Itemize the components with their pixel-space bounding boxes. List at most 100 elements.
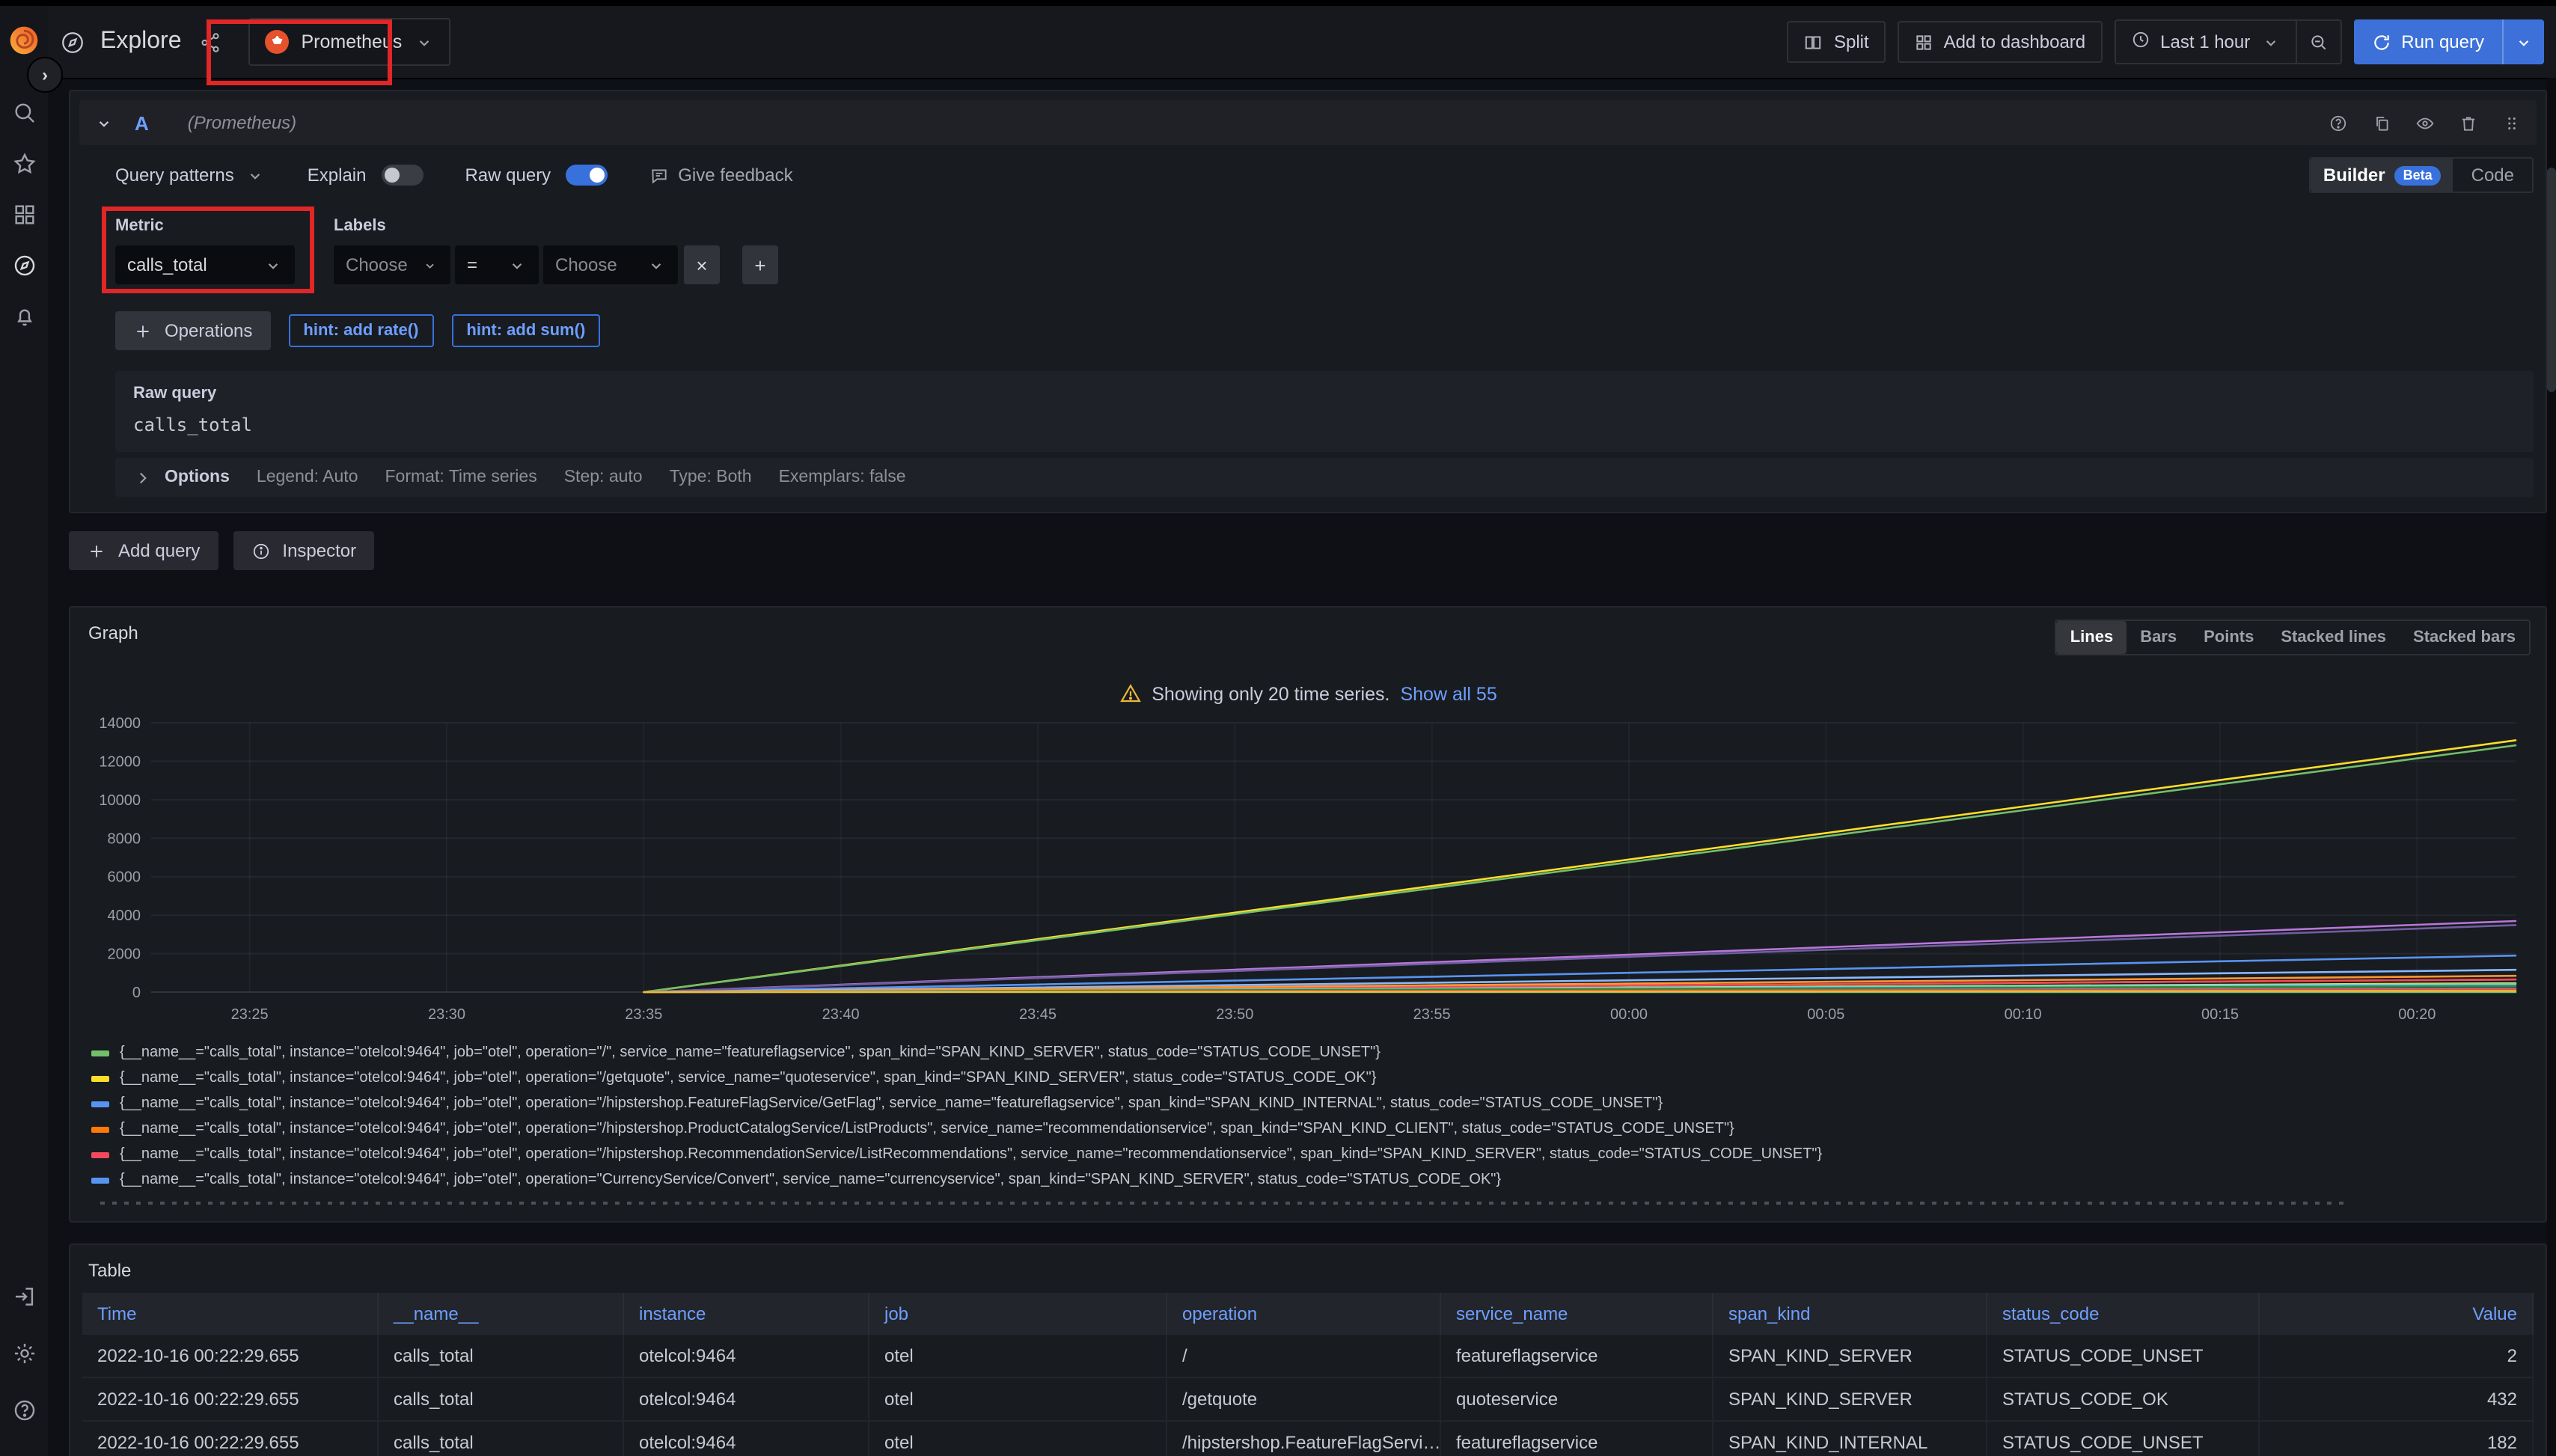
table-cell: 2 [2260,1335,2534,1378]
gear-icon[interactable] [0,1327,48,1378]
column-header-time[interactable]: Time [82,1293,379,1335]
chart-legend: {__name__="calls_total", instance="otelc… [91,1040,2546,1193]
column-header-span-kind[interactable]: span_kind [1713,1293,1987,1335]
explain-toggle[interactable] [381,165,423,186]
table-cell: 2022-10-16 00:22:29.655 [82,1378,379,1422]
graph-mode-stacked-lines[interactable]: Stacked lines [2267,621,2400,654]
query-row-header[interactable]: A (Prometheus) [79,100,2537,145]
add-to-dashboard-button[interactable]: Add to dashboard [1898,21,2103,63]
table-cell: otel [869,1335,1167,1378]
add-label-filter-button[interactable]: + [742,245,778,284]
svg-text:23:45: 23:45 [1019,1006,1057,1023]
legend-swatch-icon [91,1126,109,1132]
options-row[interactable]: Options Legend: Auto Format: Time series… [115,458,2534,497]
search-icon[interactable] [0,87,48,138]
results-table: Time__name__instancejoboperationservice_… [82,1293,2534,1456]
builder-tab[interactable]: Builder Beta [2311,159,2453,192]
svg-text:23:50: 23:50 [1216,1006,1253,1023]
explore-nav-icon[interactable] [0,239,48,290]
label-operator-select[interactable]: = [455,245,539,284]
give-feedback-link[interactable]: Give feedback [649,165,792,186]
builder-code-switch: Builder Beta Code [2310,157,2534,193]
split-button[interactable]: Split [1788,21,1886,63]
add-query-button[interactable]: Add query [69,531,218,570]
explore-compass-icon [60,29,85,55]
table-cell: / [1167,1335,1441,1378]
grafana-logo-icon[interactable] [0,18,48,63]
explain-label: Explain [308,165,367,186]
graph-mode-switch: LinesBarsPointsStacked linesStacked bars [2055,620,2531,655]
table-cell: STATUS_CODE_UNSET [1987,1422,2260,1456]
drag-handle-icon[interactable] [2502,113,2522,132]
show-all-series-link[interactable]: Show all 55 [1400,683,1496,704]
split-label: Split [1834,31,1869,52]
collapse-chevron-icon[interactable] [94,113,114,132]
delete-query-trash-icon[interactable] [2459,113,2478,132]
query-patterns-dropdown[interactable]: Query patterns [115,165,266,186]
graph-mode-lines[interactable]: Lines [2057,621,2127,654]
graph-mode-bars[interactable]: Bars [2127,621,2190,654]
starred-icon[interactable] [0,138,48,189]
column-header-value[interactable]: Value [2260,1293,2534,1335]
graph-mode-stacked-bars[interactable]: Stacked bars [2400,621,2529,654]
legend-item[interactable]: {__name__="calls_total", instance="otelc… [91,1167,2546,1193]
help-icon[interactable] [0,1384,48,1435]
time-range-picker[interactable]: Last 1 hour [2115,21,2295,63]
sync-icon [2371,32,2391,52]
remove-label-filter-button[interactable]: × [684,245,720,284]
clock-icon [2130,30,2150,54]
query-help-icon[interactable] [2329,113,2348,132]
zoom-out-time-button[interactable] [2295,21,2340,63]
option-format: Format: Time series [385,468,537,486]
column-header-name[interactable]: __name__ [379,1293,624,1335]
svg-text:23:40: 23:40 [822,1006,860,1023]
column-header-instance[interactable]: instance [624,1293,869,1335]
sign-in-icon[interactable] [0,1270,48,1321]
legend-label: {__name__="calls_total", instance="otelc… [120,1146,1822,1163]
svg-text:00:00: 00:00 [1610,1006,1648,1023]
hide-query-eye-icon[interactable] [2415,113,2435,132]
hint-add-sum-button[interactable]: hint: add sum() [451,314,600,347]
code-tab[interactable]: Code [2453,165,2532,186]
add-operation-button[interactable]: Operations [115,311,270,350]
page-scrollbar[interactable] [2547,78,2556,1456]
svg-text:6000: 6000 [108,869,141,886]
share-icon[interactable] [200,31,222,53]
raw-query-toggle[interactable] [566,165,608,186]
duplicate-query-icon[interactable] [2372,113,2391,132]
inspector-button[interactable]: Inspector [233,531,374,570]
raw-query-label: Raw query [133,385,2516,403]
label-name-select[interactable]: Choose [334,245,450,284]
sidebar-expand-button[interactable]: › [27,57,63,93]
alerting-bell-icon[interactable] [0,290,48,341]
table-cell: quoteservice [1441,1378,1713,1422]
legend-item[interactable]: {__name__="calls_total", instance="otelc… [91,1116,2546,1142]
legend-label: {__name__="calls_total", instance="otelc… [120,1070,1376,1086]
raw-query-value: calls_total [133,415,2516,435]
column-header-operation[interactable]: operation [1167,1293,1441,1335]
column-header-service-name[interactable]: service_name [1441,1293,1713,1335]
label-value-select[interactable]: Choose [543,245,678,284]
legend-item[interactable]: {__name__="calls_total", instance="otelc… [91,1065,2546,1091]
column-header-status-code[interactable]: status_code [1987,1293,2260,1335]
run-query-caret[interactable] [2502,19,2544,64]
metric-select[interactable]: calls_total [115,245,295,284]
graph-mode-points[interactable]: Points [2190,621,2267,654]
hint-add-rate-button[interactable]: hint: add rate() [288,314,433,347]
table-cell: 182 [2260,1422,2534,1456]
legend-swatch-icon [91,1050,109,1056]
chart-series [643,991,2516,992]
time-series-chart[interactable]: 0200040006000800010000120001400023:2523:… [85,708,2528,1034]
svg-text:00:15: 00:15 [2201,1006,2239,1023]
column-header-job[interactable]: job [869,1293,1167,1335]
apps-icon[interactable] [0,189,48,239]
table-cell: STATUS_CODE_UNSET [1987,1335,2260,1378]
legend-item[interactable]: {__name__="calls_total", instance="otelc… [91,1091,2546,1116]
legend-item[interactable]: {__name__="calls_total", instance="otelc… [91,1142,2546,1167]
option-type: Type: Both [670,468,752,486]
svg-text:4000: 4000 [108,908,141,924]
legend-item[interactable]: {__name__="calls_total", instance="otelc… [91,1040,2546,1065]
svg-text:23:30: 23:30 [428,1006,465,1023]
run-query-button[interactable]: Run query [2353,19,2544,64]
datasource-picker[interactable]: Prometheus [249,18,450,66]
